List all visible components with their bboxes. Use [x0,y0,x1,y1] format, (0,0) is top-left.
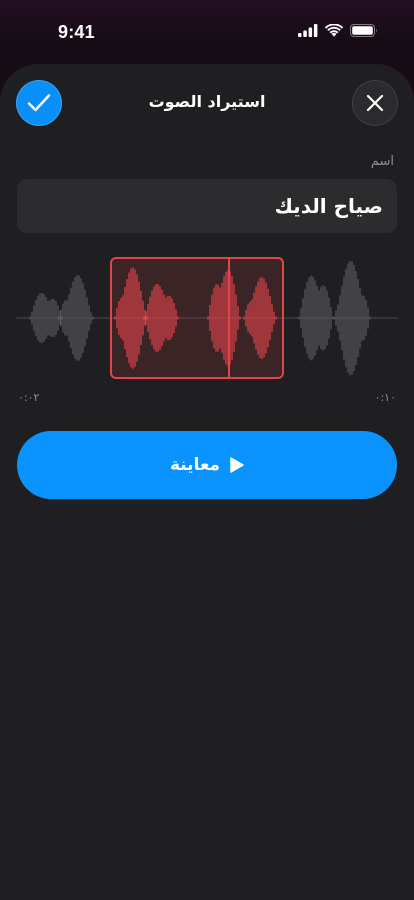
status-time: 9:41 [58,22,95,42]
close-icon [366,94,384,112]
import-audio-sheet: استيراد الصوت اسم صياح الديك ٠:٠٢ ٠:١٠ م… [0,64,414,900]
name-field-label: اسم [370,154,394,169]
battery-icon [350,24,377,37]
play-icon [230,457,244,473]
trim-selection [110,257,284,379]
screen: 9:41 استيراد الصوت اسم صياح الديك ٠:٠٢ ٠… [0,0,414,900]
cellular-signal-icon [298,24,318,37]
waveform-trimmer[interactable] [0,254,414,386]
name-field[interactable]: صياح الديك [17,179,397,233]
status-bar: 9:41 [0,0,414,64]
preview-button[interactable]: معاينة [17,431,397,499]
wifi-icon [325,24,343,37]
trim-end-time: ٠:١٠ [374,391,396,404]
name-field-value: صياح الديك [274,194,383,218]
status-icons [298,24,378,37]
preview-button-label: معاينة [169,455,221,475]
trim-start-time: ٠:٠٢ [18,391,40,404]
close-button[interactable] [352,80,398,126]
